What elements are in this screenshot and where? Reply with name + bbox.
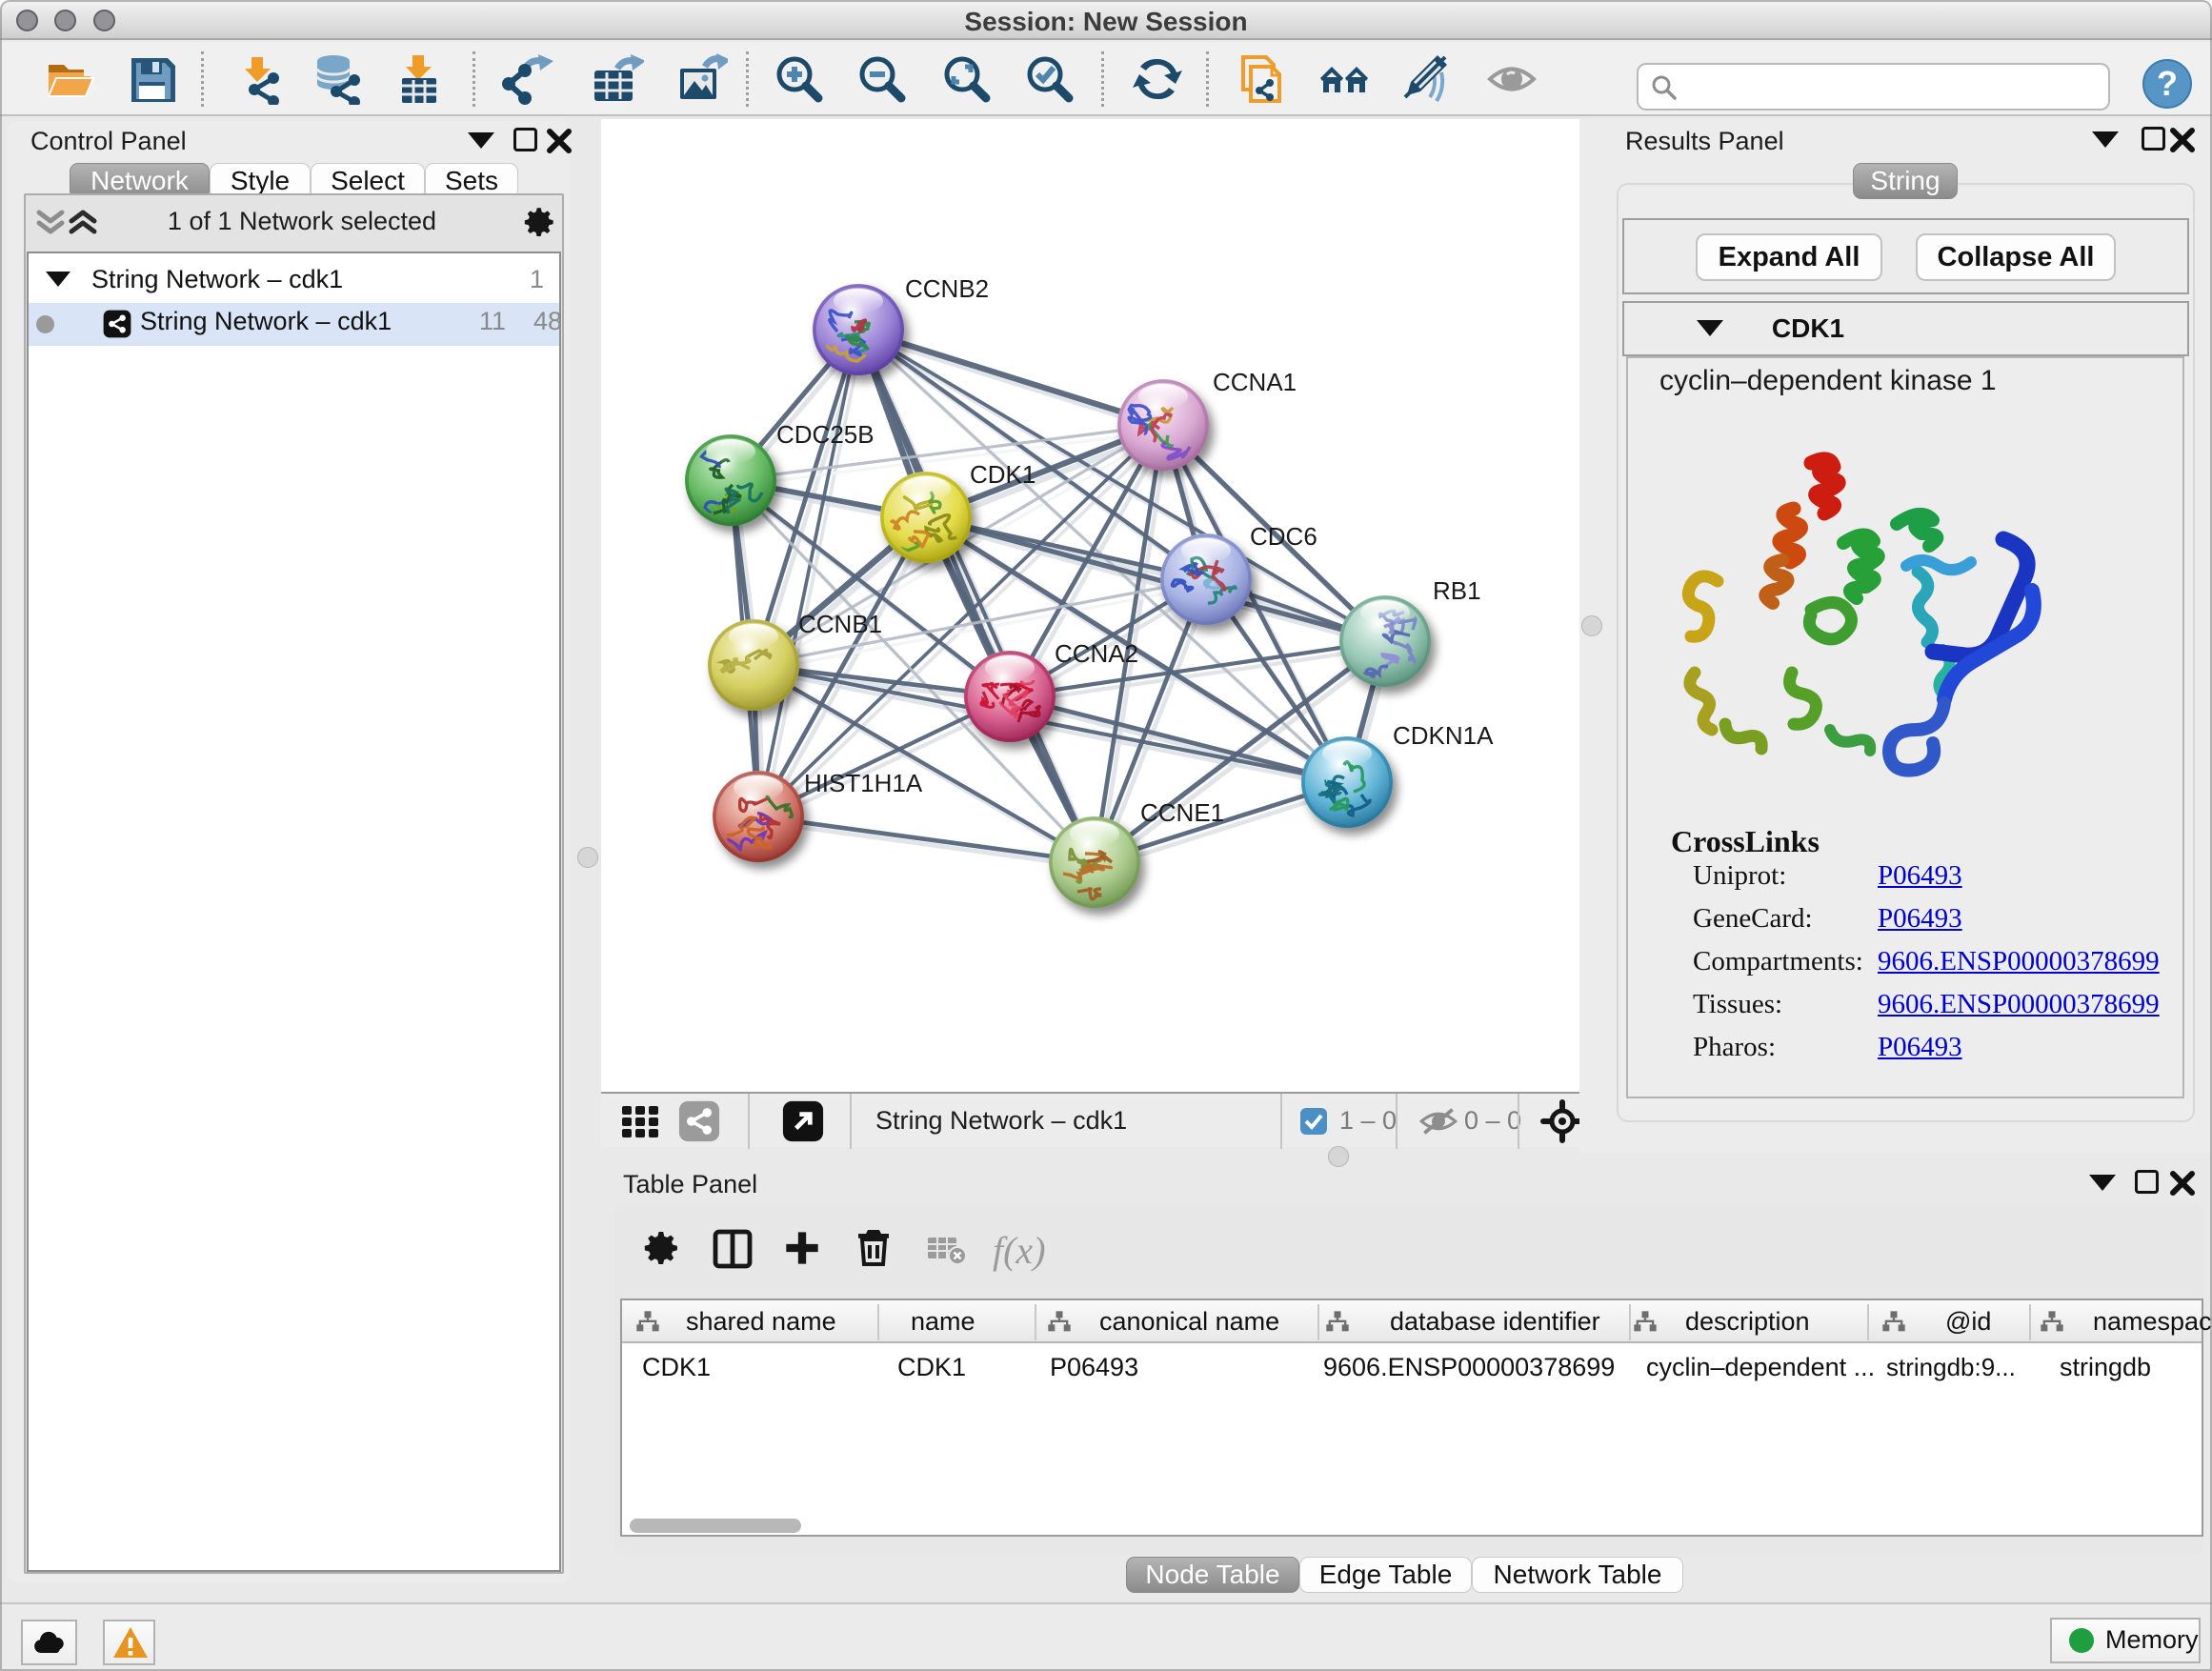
svg-text:CDKN1A: CDKN1A [1393, 721, 1494, 750]
svg-text:CCNA1: CCNA1 [1213, 368, 1297, 396]
svg-text:CDC25B: CDC25B [776, 420, 875, 449]
svg-text:?: ? [2157, 64, 2178, 103]
svg-text:CCNA2: CCNA2 [1055, 639, 1138, 668]
svg-text:CDC6: CDC6 [1250, 522, 1317, 551]
svg-text:CDK1: CDK1 [970, 460, 1036, 489]
svg-text:CCNB2: CCNB2 [905, 274, 989, 303]
svg-text:CCNE1: CCNE1 [1140, 798, 1224, 827]
svg-text:CCNB1: CCNB1 [798, 610, 882, 638]
svg-text:HIST1H1A: HIST1H1A [804, 769, 923, 797]
svg-text:RB1: RB1 [1433, 576, 1481, 605]
